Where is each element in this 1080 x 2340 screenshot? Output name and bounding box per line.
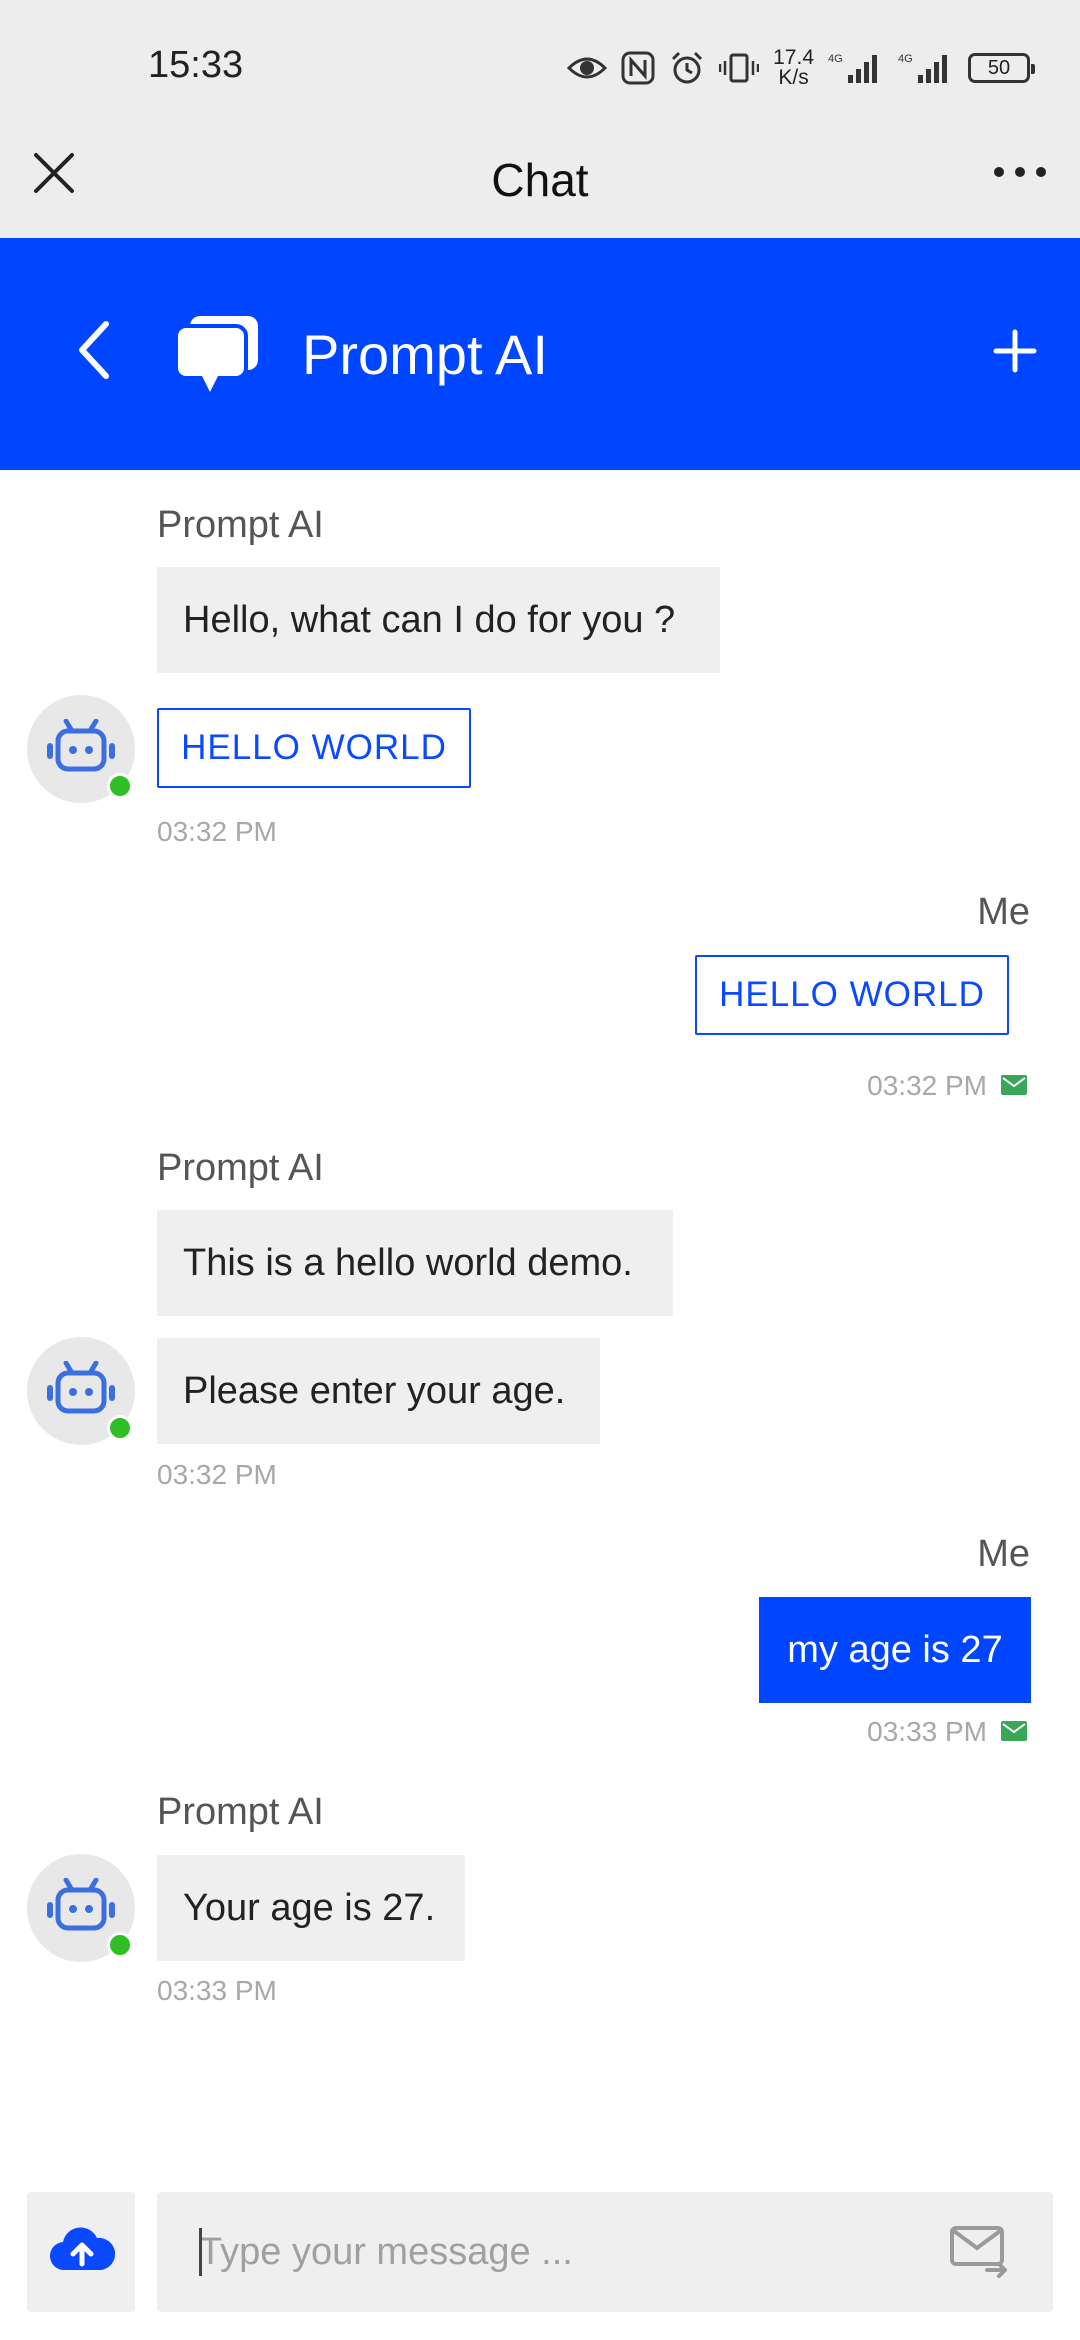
avatar bbox=[27, 1854, 135, 1962]
vibrate-icon bbox=[719, 53, 760, 83]
battery-level: 50 bbox=[987, 56, 1011, 79]
sent-envelope-icon bbox=[1001, 1721, 1027, 1741]
avatar bbox=[27, 695, 135, 803]
eye-icon bbox=[567, 57, 608, 79]
sender-name: Prompt AI bbox=[157, 1147, 324, 1189]
sender-name: Prompt AI bbox=[157, 1791, 324, 1833]
back-button[interactable] bbox=[70, 318, 126, 382]
chat-bubbles-icon bbox=[172, 314, 262, 396]
nfc-icon bbox=[621, 51, 655, 85]
status-time: 15:33 bbox=[148, 44, 244, 86]
upload-button[interactable] bbox=[27, 2192, 135, 2312]
robot-icon bbox=[47, 1361, 115, 1414]
net-speed-value: 17.4 bbox=[773, 46, 814, 69]
message-timestamp: 03:33 PM bbox=[157, 1975, 277, 2006]
robot-icon bbox=[47, 719, 115, 772]
avatar bbox=[27, 1337, 135, 1445]
bot-message-bubble: Your age is 27. bbox=[157, 1855, 465, 1961]
robot-icon bbox=[47, 1878, 115, 1931]
user-message-bubble: my age is 27 bbox=[759, 1597, 1031, 1703]
status-bar: 15:33 17.4 K/s 4G 4G 50 bbox=[0, 0, 1080, 135]
message-timestamp: 03:32 PM bbox=[867, 1070, 987, 1101]
bot-message-bubble: Hello, what can I do for you ? bbox=[157, 567, 720, 673]
plus-icon bbox=[993, 329, 1037, 373]
sent-envelope-icon bbox=[1001, 1075, 1027, 1095]
online-status-dot bbox=[107, 773, 133, 799]
signal-icon: 4G bbox=[898, 53, 947, 83]
signal-icon: 4G bbox=[828, 53, 877, 83]
more-dot-icon bbox=[1015, 167, 1025, 177]
net-speed-unit: K/s bbox=[778, 66, 809, 89]
more-options-button[interactable] bbox=[994, 157, 1046, 187]
sender-name: Me bbox=[977, 1533, 1030, 1575]
online-status-dot bbox=[107, 1932, 133, 1958]
signal-label: 4G bbox=[828, 53, 843, 65]
message-input[interactable] bbox=[199, 2222, 879, 2282]
chat-header: Prompt AI bbox=[0, 238, 1080, 470]
sender-name: Me bbox=[977, 891, 1030, 933]
net-speed: 17.4 K/s bbox=[773, 46, 814, 89]
message-timestamp: 03:32 PM bbox=[157, 816, 277, 847]
add-button[interactable] bbox=[990, 326, 1040, 376]
alarm-icon bbox=[672, 51, 703, 84]
bot-message-bubble: This is a hello world demo. bbox=[157, 1210, 673, 1316]
quick-reply-chip[interactable]: HELLO WORLD bbox=[157, 708, 471, 788]
message-composer bbox=[157, 2192, 1053, 2312]
send-mail-icon bbox=[950, 2226, 1007, 2278]
signal-label: 4G bbox=[898, 53, 913, 65]
send-button[interactable] bbox=[949, 2222, 1009, 2278]
sent-chip[interactable]: HELLO WORLD bbox=[695, 955, 1009, 1035]
sender-name: Prompt AI bbox=[157, 504, 324, 546]
bot-message-bubble: Please enter your age. bbox=[157, 1338, 600, 1444]
more-dot-icon bbox=[1036, 167, 1046, 177]
page-title: Chat bbox=[491, 154, 589, 206]
online-status-dot bbox=[107, 1415, 133, 1441]
message-timestamp: 03:33 PM bbox=[867, 1716, 987, 1747]
status-icons: 17.4 K/s 4G 4G 50 bbox=[567, 44, 1035, 92]
message-timestamp: 03:32 PM bbox=[157, 1459, 277, 1490]
cloud-upload-icon bbox=[49, 2227, 115, 2271]
chat-title: Prompt AI bbox=[302, 323, 548, 386]
battery-icon: 50 bbox=[968, 53, 1035, 83]
more-dot-icon bbox=[994, 167, 1004, 177]
text-caret bbox=[199, 2228, 202, 2276]
chevron-left-icon bbox=[79, 321, 109, 379]
title-bar: Chat bbox=[0, 135, 1080, 238]
